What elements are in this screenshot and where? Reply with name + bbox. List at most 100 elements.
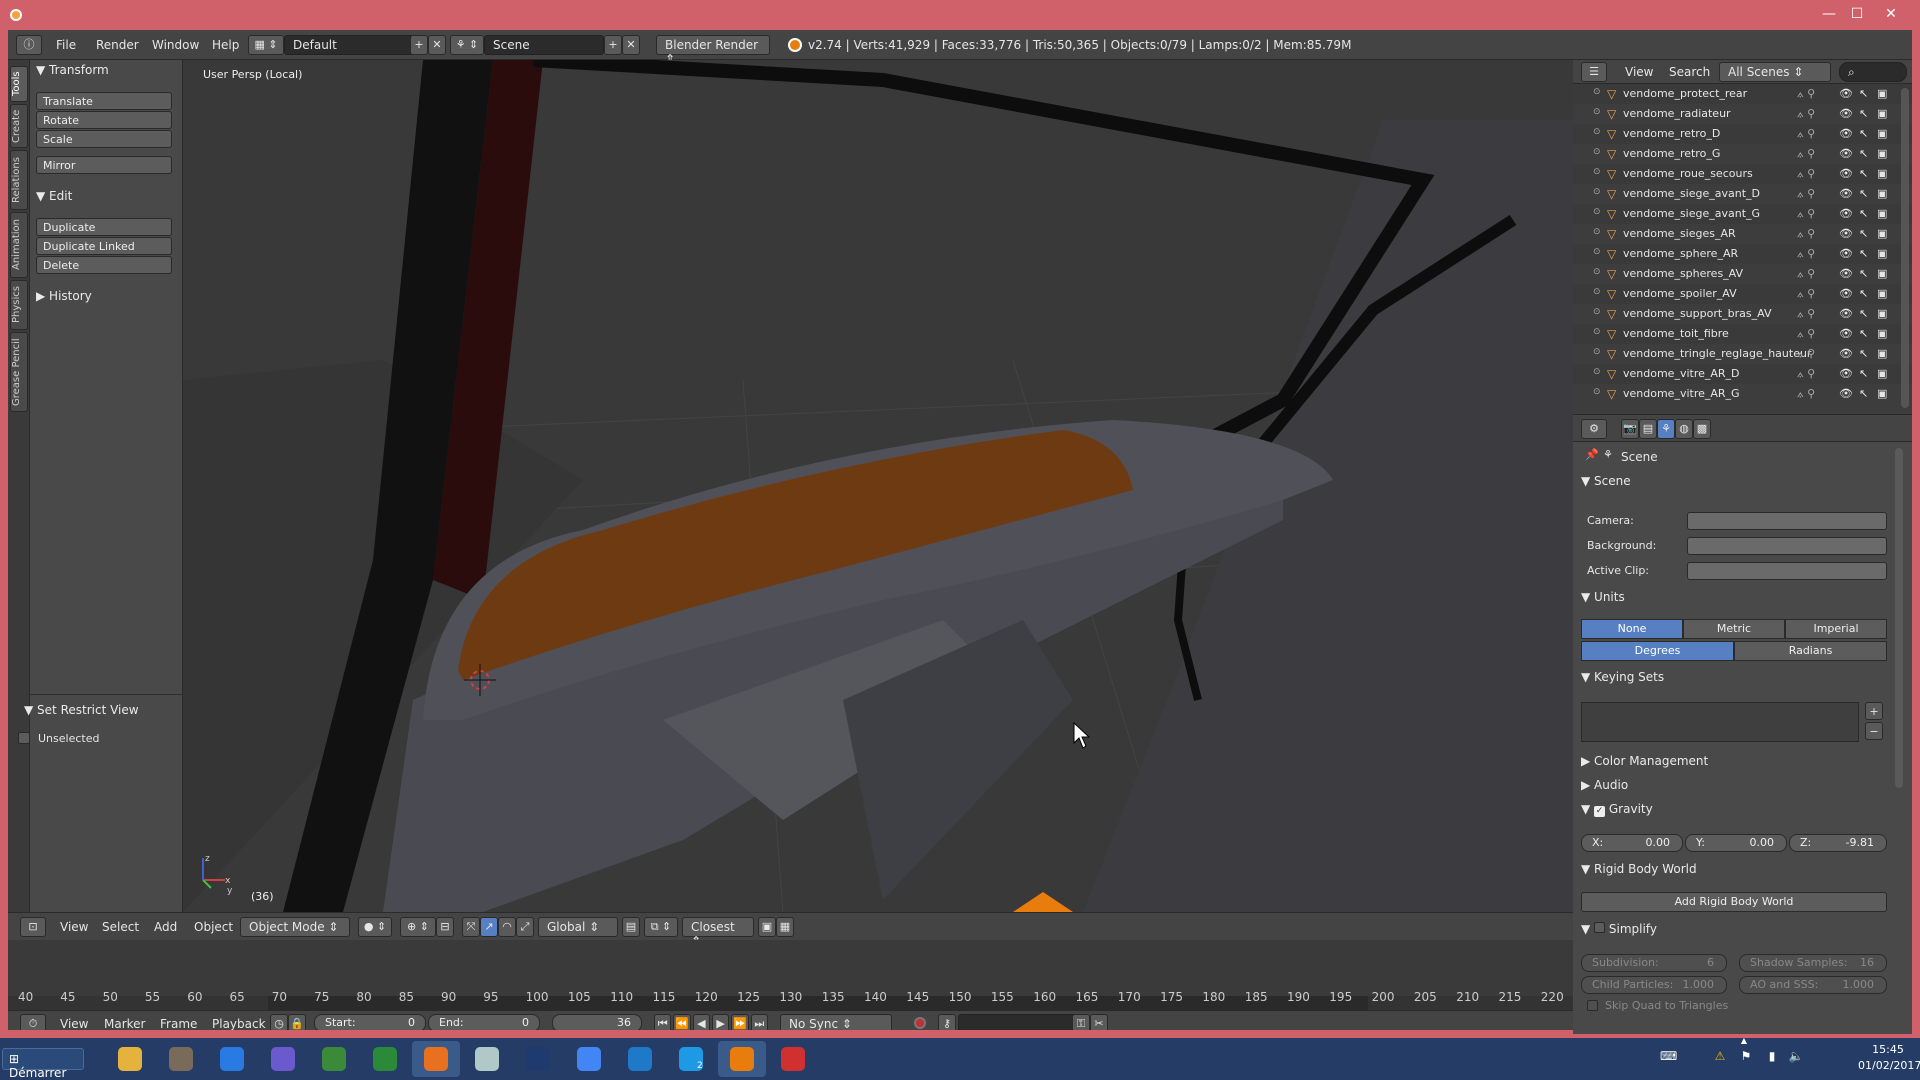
outliner-row[interactable]: ⊙ ▽ vendome_protect_rear ⟑ ⚲ 👁 ↖ ▣ [1573,84,1912,104]
keyboard-icon[interactable]: ⌨ [1660,1049,1677,1065]
object-name[interactable]: vendome_roue_secours [1623,167,1753,180]
simplify-checkbox[interactable] [1594,922,1606,933]
remove-scene-icon[interactable]: ✕ [622,35,640,55]
gravity-x-field[interactable]: X: 0.00 [1581,834,1683,852]
visibility-eye-icon[interactable]: 👁 [1839,347,1853,360]
renderability-camera-icon[interactable]: ▣ [1877,167,1887,180]
properties-editor-type-icon[interactable]: ⚙ [1581,419,1607,439]
audio-header[interactable]: ▶ Audio [1581,778,1901,800]
menu-help[interactable]: Help [212,38,239,52]
renderability-camera-icon[interactable]: ▣ [1877,307,1887,320]
visibility-eye-icon[interactable]: 👁 [1839,307,1853,320]
outliner-row[interactable]: ⊙ ▽ vendome_sieges_AR ⟑ ⚲ 👁 ↖ ▣ [1573,224,1912,244]
visibility-eye-icon[interactable]: 👁 [1839,127,1853,140]
layers-icon[interactable]: ▤ [622,917,640,937]
minimize-button[interactable]: — [1818,4,1840,24]
screen-layout-icon[interactable]: ▦ ⇕ [248,35,284,55]
units-panel-header[interactable]: ▼ Units [1581,590,1901,612]
color-management-header[interactable]: ▶ Color Management [1581,754,1901,776]
renderability-camera-icon[interactable]: ▣ [1877,127,1887,140]
scale-manipulator-icon[interactable]: ⤢ [516,917,534,937]
expand-icon[interactable]: ⊙ [1593,187,1601,197]
outliner-search-input[interactable]: ⌕ [1839,62,1907,82]
outliner-row[interactable]: ⊙ ▽ vendome_retro_G ⟑ ⚲ 👁 ↖ ▣ [1573,144,1912,164]
selectability-cursor-icon[interactable]: ↖ [1859,367,1868,380]
outliner-row[interactable]: ⊙ ▽ vendome_radiateur ⟑ ⚲ 👁 ↖ ▣ [1573,104,1912,124]
add-rigid-body-world-button[interactable]: Add Rigid Body World [1581,892,1887,912]
renderability-camera-icon[interactable]: ▣ [1877,207,1887,220]
manipulator-toggle-icon[interactable]: ⤧ [462,917,480,937]
outliner-row[interactable]: ⊙ ▽ vendome_sphere_AR ⟑ ⚲ 👁 ↖ ▣ [1573,244,1912,264]
gravity-checkbox[interactable]: ✓ [1594,806,1606,817]
add-keying-set-icon[interactable]: + [1865,702,1883,720]
object-name[interactable]: vendome_siege_avant_G [1623,207,1760,220]
mirror-button[interactable]: Mirror [36,156,172,174]
renderability-camera-icon[interactable]: ▣ [1877,107,1887,120]
menu-view[interactable]: View [60,920,88,934]
visibility-eye-icon[interactable]: 👁 [1839,367,1853,380]
keying-sets-list[interactable] [1581,702,1859,742]
visibility-eye-icon[interactable]: 👁 [1839,327,1853,340]
scene-field[interactable]: Scene [484,35,604,55]
taskbar-app-skype-icon[interactable]: 2 [667,1041,715,1077]
taskbar-app-photoshop-icon[interactable] [514,1041,562,1077]
outliner-row[interactable]: ⊙ ▽ vendome_siege_avant_G ⟑ ⚲ 👁 ↖ ▣ [1573,204,1912,224]
renderability-camera-icon[interactable]: ▣ [1877,147,1887,160]
outliner-scope-dropdown[interactable]: All Scenes ⇕ [1719,62,1831,82]
expand-icon[interactable]: ⊙ [1593,387,1601,397]
taskbar-app-firefox-icon[interactable] [412,1041,460,1077]
object-name[interactable]: vendome_spoiler_AV [1623,287,1737,300]
info-editor-type-icon[interactable]: ⓘ [16,35,42,55]
renderability-camera-icon[interactable]: ▣ [1877,387,1887,400]
object-name[interactable]: vendome_toit_fibre [1623,327,1729,340]
visibility-eye-icon[interactable]: 👁 [1839,147,1853,160]
viewport-shading-icon[interactable]: ● ⇕ [358,917,392,937]
outliner-row[interactable]: ⊙ ▽ vendome_tringle_reglage_hauteur ⟑ ⚲ 👁 ↖ ▣ [1573,344,1912,364]
selectability-cursor-icon[interactable]: ↖ [1859,187,1868,200]
rotate-button[interactable]: Rotate [36,111,172,129]
taskbar-app-word-icon[interactable] [616,1041,664,1077]
selectability-cursor-icon[interactable]: ↖ [1859,227,1868,240]
taskbar-app-unknown-red-app-icon[interactable] [769,1041,817,1077]
start-button[interactable]: ⊞ Démarrer [2,1048,84,1080]
rigid-body-header[interactable]: ▼ Rigid Body World [1581,862,1901,884]
tab-animation[interactable]: Animation [10,212,28,278]
taskbar-app-blender-icon[interactable] [718,1041,766,1077]
object-name[interactable]: vendome_siege_avant_D [1623,187,1760,200]
object-name[interactable]: vendome_spheres_AV [1623,267,1743,280]
child-particles-field[interactable]: Child Particles: 1.000 [1581,976,1727,994]
keying-sets-header[interactable]: ▼ Keying Sets [1581,670,1901,692]
object-name[interactable]: vendome_protect_rear [1623,87,1747,100]
warning-icon[interactable]: ⚠ [1712,1049,1728,1065]
snap-target-dropdown[interactable]: Closest ⇕ [682,917,754,948]
selectability-cursor-icon[interactable]: ↖ [1859,107,1868,120]
outliner-editor-type-icon[interactable]: ☰ [1581,62,1607,82]
object-name[interactable]: vendome_sieges_AR [1623,227,1736,240]
expand-icon[interactable]: ⊙ [1593,207,1601,217]
pivot-point-icon[interactable]: ⊕ ⇕ [400,917,436,937]
renderability-camera-icon[interactable]: ▣ [1877,327,1887,340]
layers-tab-icon[interactable]: ▤ [1639,419,1657,439]
renderability-camera-icon[interactable]: ▣ [1877,247,1887,260]
render-tab-icon[interactable]: 📷 [1621,419,1639,439]
tab-physics[interactable]: Physics [10,280,28,330]
scene-selector-icon[interactable]: ⚘ ⇕ [450,35,484,55]
outliner-row[interactable]: ⊙ ▽ vendome_spheres_AV ⟑ ⚲ 👁 ↖ ▣ [1573,264,1912,284]
menu-file[interactable]: File [56,38,76,52]
expand-icon[interactable]: ⊙ [1593,127,1601,137]
outliner-row[interactable]: ⊙ ▽ vendome_toit_fibre ⟑ ⚲ 👁 ↖ ▣ [1573,324,1912,344]
network-icon[interactable]: ▮ [1764,1049,1780,1065]
visibility-eye-icon[interactable]: 👁 [1839,87,1853,100]
menu-select[interactable]: Select [102,920,139,934]
tab-create[interactable]: Create [10,104,28,148]
renderability-camera-icon[interactable]: ▣ [1877,287,1887,300]
selectability-cursor-icon[interactable]: ↖ [1859,87,1868,100]
outliner-row[interactable]: ⊙ ▽ vendome_siege_avant_D ⟑ ⚲ 👁 ↖ ▣ [1573,184,1912,204]
chevron-icon[interactable]: ▲ [1740,1036,1748,1052]
translate-manipulator-icon[interactable]: ↗ [480,917,498,937]
expand-icon[interactable]: ⊙ [1593,147,1601,157]
transform-panel-header[interactable]: ▼ Transform [30,60,115,80]
skip-quad-checkbox[interactable] [1587,1000,1598,1011]
gravity-header[interactable]: ▼ ✓ Gravity [1581,802,1901,824]
volume-icon[interactable]: 🔈 [1788,1049,1804,1065]
